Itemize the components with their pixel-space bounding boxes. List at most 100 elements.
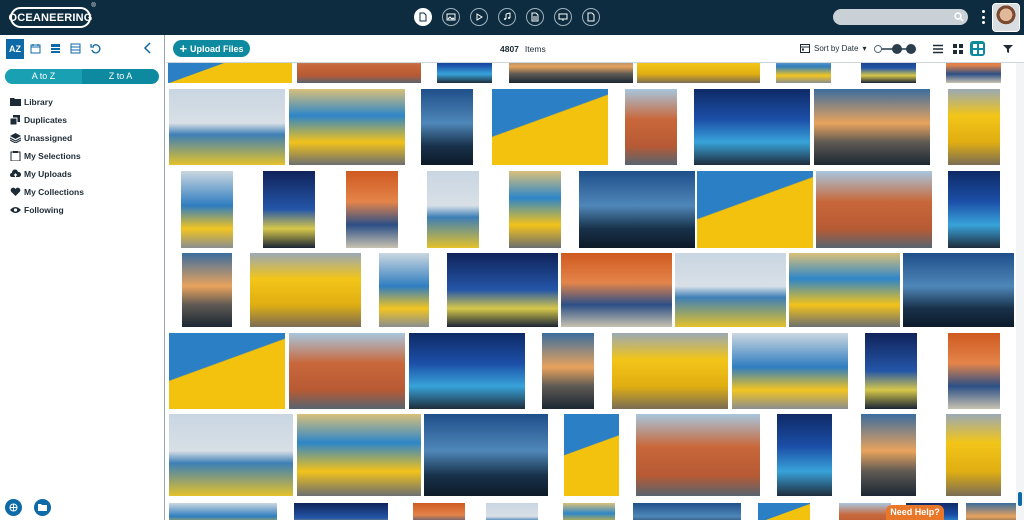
asset-thumbnail[interactable] [169, 503, 277, 520]
asset-thumbnail[interactable] [839, 503, 891, 520]
user-avatar[interactable] [992, 3, 1020, 32]
asset-thumbnail[interactable] [637, 63, 760, 83]
upload-files-button[interactable]: + Upload Files [173, 40, 250, 57]
sort-z-to-a[interactable]: Z to A [82, 69, 159, 84]
collapse-sidebar-icon[interactable] [142, 42, 154, 54]
filter-unassigned[interactable]: Unassigned [10, 129, 84, 147]
asset-thumbnail[interactable] [486, 503, 538, 520]
filter-my-uploads[interactable]: My Uploads [10, 165, 84, 183]
asset-thumbnail[interactable] [427, 171, 479, 248]
asset-thumbnail[interactable] [447, 253, 558, 327]
asset-thumbnail[interactable] [579, 171, 695, 248]
asset-thumbnail[interactable] [168, 63, 292, 83]
filter-library[interactable]: Library [10, 93, 84, 111]
asset-thumbnail[interactable] [297, 63, 421, 83]
asset-thumbnail[interactable] [250, 253, 361, 327]
asset-thumbnail[interactable] [776, 63, 831, 83]
asset-thumbnail[interactable] [421, 89, 473, 165]
asset-thumbnail[interactable] [946, 63, 1001, 83]
play-icon[interactable] [470, 8, 488, 26]
image-icon[interactable] [442, 8, 460, 26]
filter-my-collections[interactable]: My Collections [10, 183, 84, 201]
filter-my-selections[interactable]: My Selections [10, 147, 84, 165]
asset-thumbnail[interactable] [263, 171, 315, 248]
slider-knob[interactable] [892, 44, 902, 54]
asset-thumbnail[interactable] [509, 171, 561, 248]
filter-duplicates[interactable]: Duplicates [10, 111, 84, 129]
asset-thumbnail[interactable] [346, 171, 398, 248]
database-icon[interactable] [50, 43, 61, 54]
asset-thumbnail[interactable] [561, 253, 672, 327]
asset-thumbnail[interactable] [948, 333, 1000, 409]
asset-thumbnail[interactable] [694, 89, 810, 165]
filter-following[interactable]: Following [10, 201, 84, 219]
asset-thumbnail[interactable] [182, 253, 232, 327]
list-view-icon[interactable] [930, 41, 945, 56]
asset-thumbnail[interactable] [437, 63, 492, 83]
asset-thumbnail[interactable] [636, 414, 760, 496]
search-icon[interactable] [954, 12, 964, 22]
asset-thumbnail[interactable] [564, 414, 619, 496]
asset-thumbnail[interactable] [289, 333, 405, 409]
storage-icon[interactable] [70, 43, 81, 54]
asset-thumbnail[interactable] [409, 333, 525, 409]
asset-thumbnail[interactable] [181, 171, 233, 248]
folder-button[interactable] [34, 499, 51, 516]
large-grid-view-icon[interactable] [970, 41, 985, 56]
asset-thumbnail[interactable] [424, 414, 548, 496]
thumbnail-size-slider[interactable] [874, 44, 918, 54]
asset-thumbnail[interactable] [865, 333, 917, 409]
document-icon[interactable] [414, 8, 432, 26]
asset-thumbnail[interactable] [861, 414, 916, 496]
asset-thumbnail[interactable] [697, 171, 813, 248]
need-help-button[interactable]: Need Help? [886, 505, 944, 520]
asset-thumbnail[interactable] [777, 414, 832, 496]
asset-thumbnail[interactable] [948, 171, 1000, 248]
asset-thumbnail[interactable] [946, 414, 1001, 496]
asset-thumbnail[interactable] [814, 89, 930, 165]
asset-thumbnail[interactable] [169, 89, 285, 165]
asset-thumbnail[interactable] [542, 333, 594, 409]
gallery-scrollbar[interactable] [1016, 63, 1024, 520]
search-box[interactable] [833, 9, 968, 25]
asset-thumbnail[interactable] [612, 333, 728, 409]
filter-icon[interactable] [1000, 41, 1015, 56]
asset-thumbnail[interactable] [732, 333, 848, 409]
calendar-icon[interactable] [30, 43, 41, 54]
presentation-icon[interactable] [554, 8, 572, 26]
reset-icon[interactable] [90, 43, 101, 54]
asset-thumbnail[interactable] [563, 503, 615, 520]
asset-thumbnail[interactable] [758, 503, 810, 520]
scrollbar-thumb[interactable] [1018, 492, 1022, 506]
asset-thumbnail[interactable] [413, 503, 465, 520]
search-input[interactable] [841, 11, 949, 23]
asset-thumbnail[interactable] [169, 414, 293, 496]
asset-thumbnail[interactable] [789, 253, 900, 327]
asset-thumbnail[interactable] [289, 89, 405, 165]
asset-thumbnail[interactable] [861, 63, 916, 83]
asset-thumbnail[interactable] [509, 63, 633, 83]
asset-thumbnail[interactable] [816, 171, 932, 248]
asset-thumbnail[interactable] [675, 253, 786, 327]
asset-thumbnail[interactable] [966, 503, 1016, 520]
asset-thumbnail[interactable] [492, 89, 608, 165]
asset-thumbnail[interactable] [379, 253, 429, 327]
asset-thumbnail[interactable] [903, 253, 1014, 327]
more-menu-icon[interactable] [980, 10, 986, 24]
sort-a-to-z[interactable]: A to Z [5, 69, 82, 84]
oceaneering-logo[interactable]: OCEANEERING ® [8, 3, 96, 28]
alphabetical-sort-button[interactable]: AZ [6, 39, 24, 59]
file-text-icon[interactable] [526, 8, 544, 26]
sort-by-date-dropdown[interactable]: Sort by Date ▾ [800, 43, 866, 53]
grid-view-icon[interactable] [950, 41, 965, 56]
asset-thumbnail[interactable] [294, 503, 388, 520]
asset-thumbnail[interactable] [625, 89, 677, 165]
asset-thumbnail[interactable] [297, 414, 421, 496]
asset-thumbnail[interactable] [169, 333, 285, 409]
file-icon[interactable] [582, 8, 600, 26]
audio-icon[interactable] [498, 8, 516, 26]
asset-thumbnail[interactable] [948, 89, 1000, 165]
globe-button[interactable] [5, 499, 22, 516]
asset-thumbnail[interactable] [633, 503, 741, 520]
slider-knob-end[interactable] [906, 44, 916, 54]
